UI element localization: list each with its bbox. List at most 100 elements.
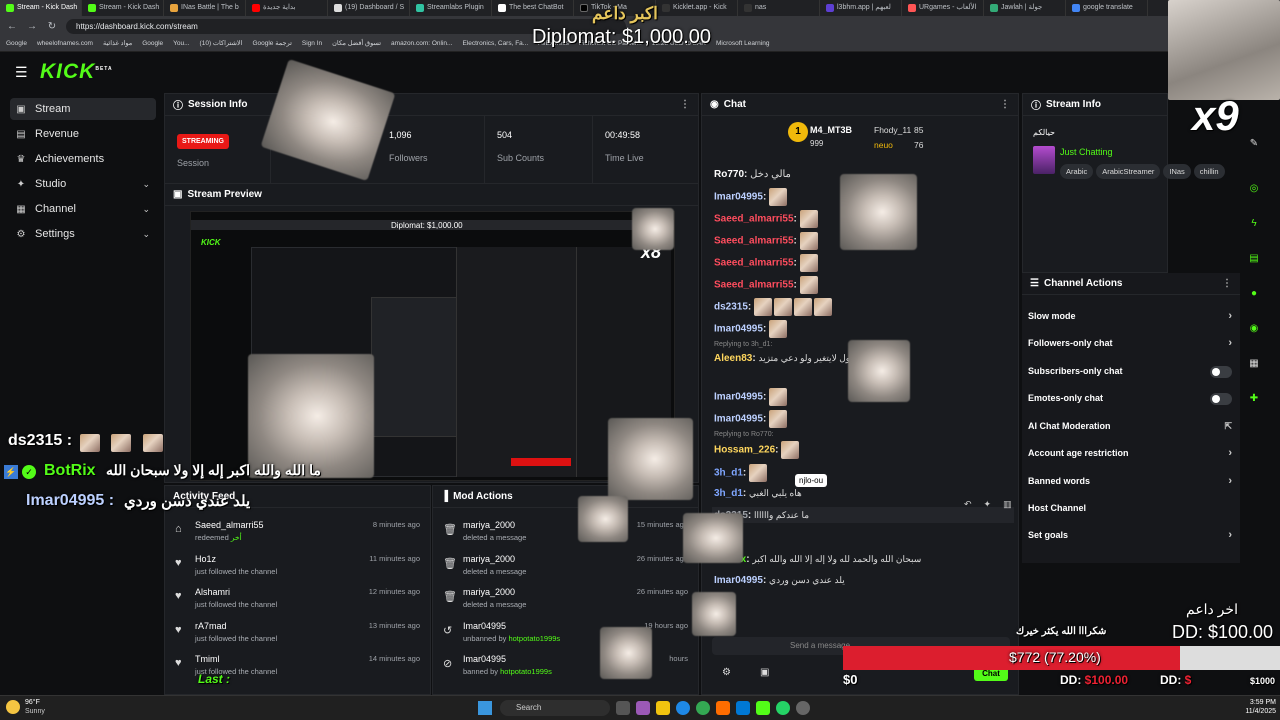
banned-words-row[interactable]: Banned words › bbox=[1022, 468, 1240, 495]
more-icon[interactable]: ⋮ bbox=[680, 99, 690, 110]
set-goals-row[interactable]: Set goals › bbox=[1022, 522, 1240, 549]
chat-message[interactable]: Saeed_almarri55: bbox=[714, 254, 820, 272]
chat-message[interactable]: ds2315: bbox=[714, 298, 834, 316]
more-icon[interactable]: ⋮ bbox=[1000, 99, 1010, 110]
browser-tab[interactable]: The best ChatBot bbox=[492, 0, 574, 16]
chat-message[interactable]: Hossam_226: bbox=[714, 441, 801, 459]
weather-icon[interactable] bbox=[6, 700, 20, 714]
tag[interactable]: ArabicStreamer bbox=[1096, 164, 1161, 179]
task-view-icon[interactable] bbox=[616, 701, 630, 715]
bookmark[interactable]: Google bbox=[6, 36, 27, 51]
bookmark[interactable]: مواد غذائية bbox=[103, 36, 132, 51]
lightning-icon[interactable]: ϟ bbox=[1244, 214, 1264, 234]
trash-icon[interactable]: ▥ bbox=[1003, 499, 1012, 510]
stat-label: Session bbox=[177, 158, 210, 168]
windows-start-icon[interactable] bbox=[478, 701, 492, 715]
whatsapp-icon[interactable] bbox=[776, 701, 790, 715]
pin-icon[interactable]: ✦ bbox=[984, 499, 992, 510]
sidebar-item-stream[interactable]: ▣ Stream bbox=[10, 98, 156, 120]
bookmark[interactable]: Microsoft Learning bbox=[716, 36, 769, 51]
chat-message[interactable]: Saeed_almarri55: bbox=[714, 232, 820, 250]
layout-icon[interactable]: ▦ bbox=[1244, 354, 1264, 374]
browser-tab[interactable]: Kicklet.app - Kick bbox=[656, 0, 738, 16]
sidebar-item-channel[interactable]: ▦ Channel ⌄ bbox=[10, 198, 156, 220]
category-name[interactable]: Just Chatting bbox=[1060, 147, 1113, 157]
chat-bubble-icon[interactable]: ● bbox=[1244, 284, 1264, 304]
clipboard-icon[interactable]: ▤ bbox=[1244, 249, 1264, 269]
chat-message[interactable]: Imar04995: bbox=[714, 388, 789, 406]
emote-tooltip: njlo-ou bbox=[795, 474, 828, 487]
channel-actions-panel: ☰ Channel Actions ⋮ Slow mode › Followers-o… bbox=[1022, 273, 1240, 563]
bookmark[interactable]: الاشتراكات (10) bbox=[200, 36, 243, 51]
chat-message[interactable]: Aleen83: الميول لايتغير ولو دعي متزيد bbox=[714, 350, 864, 366]
browser-tab[interactable]: Jawlah | جولة bbox=[984, 0, 1066, 16]
browser-tab[interactable]: بداية جديدة bbox=[246, 0, 328, 16]
emotes-only-toggle[interactable] bbox=[1210, 393, 1232, 405]
bookmark[interactable]: Electronics, Cars, Fa... bbox=[462, 36, 528, 51]
host-channel-row[interactable]: Host Channel bbox=[1022, 495, 1240, 522]
subscribers-only-toggle[interactable] bbox=[1210, 366, 1232, 378]
slow-mode-row[interactable]: Slow mode › bbox=[1022, 303, 1240, 330]
chat-message[interactable]: Imar04995: bbox=[714, 410, 789, 428]
sidebar-item-revenue[interactable]: ▤ Revenue bbox=[10, 123, 156, 145]
browser-tab[interactable]: URgames - الألعاب bbox=[902, 0, 984, 16]
taskbar-search[interactable]: Search bbox=[500, 700, 610, 716]
account-age-row[interactable]: Account age restriction › bbox=[1022, 440, 1240, 467]
mail-icon[interactable] bbox=[736, 701, 750, 715]
chrome-icon[interactable] bbox=[696, 701, 710, 715]
chat-message[interactable]: Ro770: مالي دخل bbox=[714, 167, 791, 183]
capture-icon[interactable]: ◎ bbox=[1244, 179, 1264, 199]
bookmark[interactable]: Sign In bbox=[302, 36, 322, 51]
gift-icon[interactable]: ▣ bbox=[760, 667, 769, 678]
wrench-icon[interactable]: ✚ bbox=[1244, 389, 1264, 409]
chat-message[interactable]: Saeed_almarri55: bbox=[714, 276, 820, 294]
copilot-icon[interactable] bbox=[636, 701, 650, 715]
chat-message[interactable]: Imar04995: bbox=[714, 188, 789, 206]
chat-message[interactable]: 3h_d1: هاه يلبي الغبي bbox=[714, 485, 802, 501]
bookmark[interactable]: You... bbox=[173, 36, 189, 51]
emotes-only-row[interactable]: Emotes-only chat bbox=[1022, 385, 1240, 412]
forward-icon[interactable]: → bbox=[26, 21, 38, 32]
tag[interactable]: INas bbox=[1163, 164, 1191, 179]
chat-message[interactable]: Imar04995: يلد عندي دسن وردي bbox=[714, 572, 845, 588]
back-icon[interactable]: ← bbox=[6, 21, 18, 32]
menu-icon[interactable]: ☰ bbox=[15, 64, 28, 81]
bookmark[interactable]: Google ترجمة bbox=[252, 36, 291, 51]
edge-icon[interactable] bbox=[676, 701, 690, 715]
browser-tab[interactable]: (19) Dashboard / S bbox=[328, 0, 410, 16]
sidebar-item-settings[interactable]: ⚙ Settings ⌄ bbox=[10, 223, 156, 245]
browser-tab[interactable]: google translate bbox=[1066, 0, 1148, 16]
chat-message[interactable]: Imar04995: bbox=[714, 320, 789, 338]
tag[interactable]: chillin bbox=[1193, 164, 1225, 179]
obs-icon[interactable] bbox=[796, 701, 810, 715]
browser-tab[interactable]: Stream - Kick Dash bbox=[0, 0, 82, 16]
browser-tab[interactable]: nas bbox=[738, 0, 820, 16]
sidebar-item-achievements[interactable]: ♛ Achievements bbox=[10, 148, 156, 170]
subscribers-only-row[interactable]: Subscribers-only chat bbox=[1022, 358, 1240, 385]
kick-logo[interactable]: KICKBETA bbox=[40, 60, 113, 84]
chat-message[interactable]: BotRix: سبحان الله والحمد لله ولا إله إل… bbox=[714, 551, 921, 567]
bookmark[interactable]: amazon.com: Onlin... bbox=[391, 36, 452, 51]
reply-icon[interactable]: ↶ bbox=[964, 499, 972, 510]
explorer-icon[interactable] bbox=[656, 701, 670, 715]
sidebar-item-studio[interactable]: ✦ Studio ⌄ bbox=[10, 173, 156, 195]
broadcast-icon[interactable]: ◉ bbox=[1244, 319, 1264, 339]
edit-icon[interactable]: ✎ bbox=[1244, 134, 1264, 154]
followers-only-row[interactable]: Followers-only chat › bbox=[1022, 330, 1240, 357]
bookmark[interactable]: Google bbox=[142, 36, 163, 51]
browser-tab[interactable]: Stream - Kick Dash bbox=[82, 0, 164, 16]
browser-tab[interactable]: INas Battle | The b bbox=[164, 0, 246, 16]
chat-message[interactable]: 3h_d1: bbox=[714, 464, 769, 482]
ai-moderation-row[interactable]: AI Chat Moderation ⇱ bbox=[1022, 413, 1240, 440]
kick-app-icon[interactable] bbox=[756, 701, 770, 715]
chat-message[interactable]: Saeed_almarri55: bbox=[714, 210, 820, 228]
bookmark[interactable]: wheelofnames.com bbox=[37, 36, 93, 51]
settings-icon[interactable]: ⚙ bbox=[722, 667, 731, 678]
bookmark[interactable]: تسوق أفضل مكان bbox=[332, 36, 381, 51]
brave-icon[interactable] bbox=[716, 701, 730, 715]
tag[interactable]: Arabic bbox=[1060, 164, 1094, 179]
reload-icon[interactable]: ↻ bbox=[46, 21, 58, 32]
browser-tab[interactable]: Streamlabs Plugin bbox=[410, 0, 492, 16]
more-icon[interactable]: ⋮ bbox=[1222, 278, 1232, 289]
browser-tab[interactable]: l3bhm.app | لعبهم bbox=[820, 0, 902, 16]
